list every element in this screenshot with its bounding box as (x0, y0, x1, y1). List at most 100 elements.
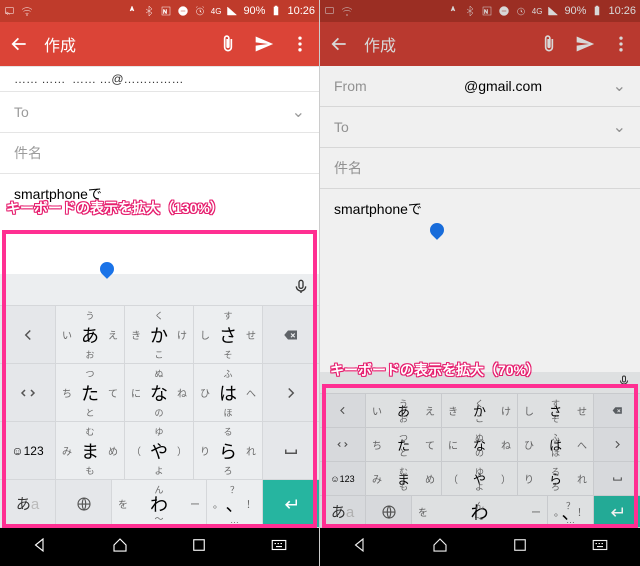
key-は[interactable]: ふひはへほ (194, 364, 263, 422)
caption-left: キーボードの表示を拡大（130%） (6, 198, 224, 218)
bluetooth-icon (464, 5, 476, 17)
from-row[interactable]: From @gmail.com ⌄ (320, 66, 640, 107)
back-button[interactable] (8, 33, 30, 55)
key-あ[interactable]: ういあえお (366, 394, 442, 428)
key-mode[interactable]: ☺123 (320, 462, 366, 496)
key-は[interactable]: ふひはへほ (518, 428, 594, 462)
key-、[interactable]: ？。、！… (207, 480, 263, 528)
key-globe[interactable] (366, 496, 412, 528)
key-わ[interactable]: んをわー〜 (412, 496, 548, 528)
key-arrow-left[interactable] (320, 394, 366, 428)
nav-back[interactable] (351, 536, 369, 559)
key-あ[interactable]: ういあえお (56, 306, 125, 364)
key-ま[interactable]: むみまめも (366, 462, 442, 496)
svg-text:N: N (484, 10, 488, 16)
from-redacted (386, 79, 456, 93)
time-label: 10:26 (608, 5, 636, 17)
key-ら[interactable]: るりられろ (518, 462, 594, 496)
key-arrow-right[interactable] (263, 364, 319, 422)
attach-button[interactable] (217, 33, 239, 55)
app-bar: 作成 (0, 22, 319, 66)
key-backspace[interactable] (594, 394, 640, 428)
key-た[interactable]: つちたてと (366, 428, 442, 462)
app-title: 作成 (364, 32, 524, 56)
battery-label: 90% (564, 5, 586, 17)
key-globe[interactable] (56, 480, 112, 528)
nav-ime[interactable] (591, 536, 609, 559)
key-な[interactable]: ぬになねの (442, 428, 518, 462)
nav-recent[interactable] (190, 536, 208, 559)
nav-home[interactable] (111, 536, 129, 559)
key-mode[interactable]: ☺123 (0, 422, 56, 480)
key-arrow-lr[interactable] (0, 364, 56, 422)
key-さ[interactable]: すしさせそ (518, 394, 594, 428)
key-ま[interactable]: むみまめも (56, 422, 125, 480)
alarm-icon (515, 5, 527, 17)
nav-recent[interactable] (511, 536, 529, 559)
key-lang[interactable]: あa (0, 480, 56, 528)
body-input[interactable]: smartphoneで (320, 189, 640, 372)
from-label: From (334, 78, 378, 94)
subject-row[interactable]: 件名 (0, 133, 319, 174)
svg-text:N: N (163, 10, 167, 16)
to-row[interactable]: To ⌄ (0, 92, 319, 133)
to-row[interactable]: To ⌄ (320, 107, 640, 148)
nav-bar (0, 528, 319, 566)
send-button[interactable] (574, 33, 596, 55)
mic-button[interactable] (293, 279, 309, 300)
attach-button[interactable] (538, 33, 560, 55)
key-、[interactable]: ？。、！… (548, 496, 594, 528)
net-label: 4G (532, 7, 543, 16)
chevron-down-icon[interactable]: ⌄ (292, 102, 305, 122)
keyboard-bottom-row: あa んをわー〜？。、！… (320, 496, 640, 528)
key-や[interactable]: ゆ（や）よ (125, 422, 194, 480)
keyboard-main: ういあえおくきかけこすしさせそつちたてとぬになねのふひはへほ ☺123むみまめもゆ… (0, 306, 319, 480)
key-か[interactable]: くきかけこ (442, 394, 518, 428)
more-button[interactable] (610, 33, 632, 55)
chevron-down-icon[interactable]: ⌄ (613, 76, 626, 96)
subject-label: 件名 (334, 158, 362, 178)
key-enter[interactable] (263, 480, 319, 528)
mic-button[interactable] (618, 374, 630, 392)
cast-icon (324, 5, 336, 17)
from-row[interactable]: …… …… …… …@…………… (0, 66, 319, 92)
key-な[interactable]: ぬになねの (125, 364, 194, 422)
subject-label: 件名 (14, 143, 42, 163)
chevron-down-icon[interactable]: ⌄ (613, 117, 626, 137)
key-か[interactable]: くきかけこ (125, 306, 194, 364)
key-lang[interactable]: あa (320, 496, 366, 528)
key-arrow-left[interactable] (0, 306, 56, 364)
key-arrow-right[interactable] (594, 428, 640, 462)
nav-back[interactable] (31, 536, 49, 559)
nav-ime[interactable] (270, 536, 288, 559)
key-た[interactable]: つちたてと (56, 364, 125, 422)
key-わ[interactable]: んをわー〜 (112, 480, 207, 528)
subject-row[interactable]: 件名 (320, 148, 640, 189)
key-backspace[interactable] (263, 306, 319, 364)
key-ら[interactable]: るりられろ (194, 422, 263, 480)
wifi-icon (341, 5, 353, 17)
wifi-icon (21, 5, 33, 17)
more-button[interactable] (289, 33, 311, 55)
key-や[interactable]: ゆ（や）よ (442, 462, 518, 496)
key-space[interactable] (263, 422, 319, 480)
time-label: 10:26 (287, 5, 315, 17)
send-button[interactable] (253, 33, 275, 55)
dnd-icon (177, 5, 189, 17)
nfc-icon: N (160, 5, 172, 17)
nav-home[interactable] (431, 536, 449, 559)
app-title: 作成 (44, 32, 203, 56)
signal-icon (226, 5, 238, 17)
key-arrow-lr[interactable] (320, 428, 366, 462)
back-button[interactable] (328, 33, 350, 55)
net-label: 4G (211, 7, 222, 16)
body-input[interactable]: smartphoneで (0, 174, 319, 274)
key-space[interactable] (594, 462, 640, 496)
key-さ[interactable]: すしさせそ (194, 306, 263, 364)
nfc-icon: N (481, 5, 493, 17)
bluetooth-icon (143, 5, 155, 17)
key-enter[interactable] (594, 496, 640, 528)
keyboard-main: ういあえおくきかけこすしさせそつちたてとぬになねのふひはへほ ☺123むみまめもゆ… (320, 394, 640, 496)
to-label: To (14, 104, 58, 120)
text-cursor-handle[interactable] (427, 220, 447, 240)
